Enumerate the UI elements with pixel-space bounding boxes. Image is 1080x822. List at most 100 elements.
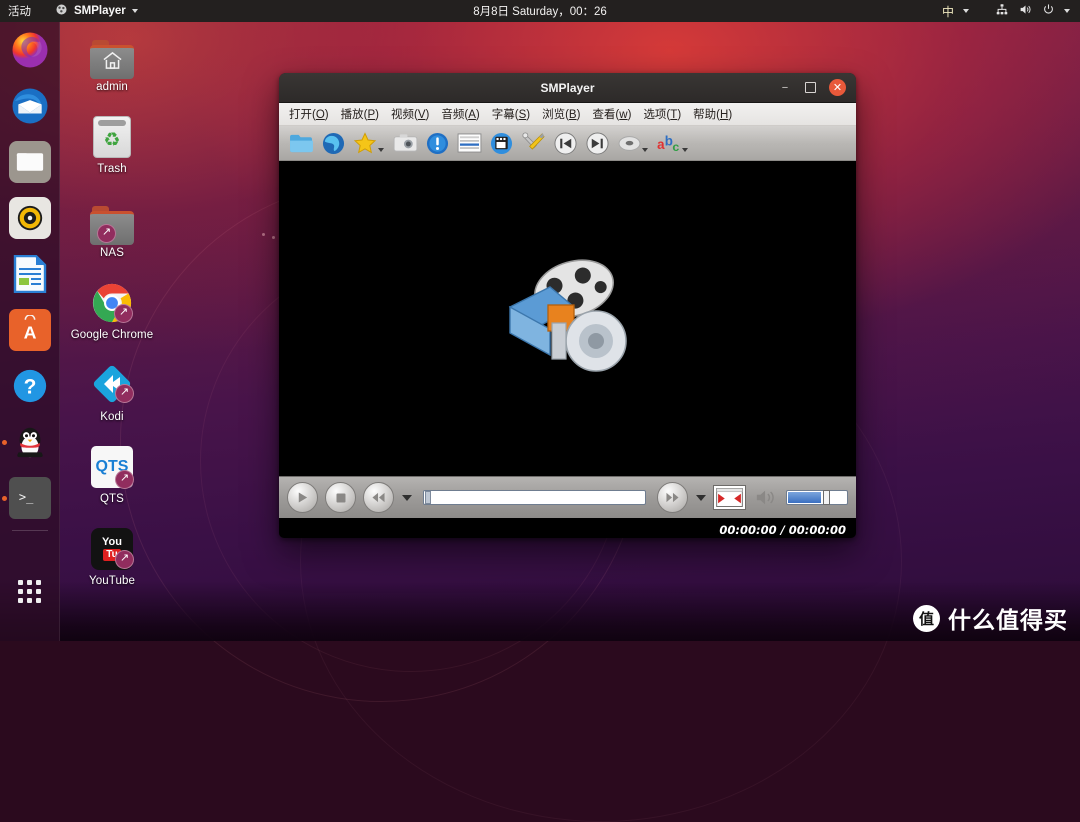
menu-subtitles[interactable]: 字幕(S) (486, 104, 536, 124)
dock-item-rhythmbox[interactable] (0, 190, 59, 246)
desktop-icon-label: NAS (100, 247, 124, 259)
rewind-dropdown-icon[interactable] (402, 494, 412, 501)
volume-icon[interactable] (1018, 3, 1033, 19)
dock-item-files[interactable] (0, 134, 59, 190)
favorites-button[interactable] (351, 129, 384, 157)
rewind-button[interactable] (363, 482, 394, 513)
fullscreen-button[interactable] (713, 485, 746, 510)
shortcut-arrow-icon: ↗ (114, 304, 133, 323)
wallpaper-dot (272, 236, 275, 239)
open-dvd-button[interactable] (487, 129, 515, 157)
playback-controls (279, 476, 856, 518)
chevron-down-icon[interactable] (682, 148, 688, 152)
stop-button[interactable] (325, 482, 356, 513)
seek-slider-handle[interactable] (425, 491, 431, 504)
volume-slider-handle[interactable] (823, 490, 830, 505)
input-method-indicator[interactable]: 中 (942, 3, 954, 20)
menu-bar: 打开(O) 播放(P) 视频(V) 音频(A) 字幕(S) 浏览(B) 查看(w… (279, 103, 856, 126)
menu-audio[interactable]: 音频(A) (435, 104, 485, 124)
activities-button[interactable]: 活动 (0, 0, 41, 22)
dock-item-libreoffice-writer[interactable] (0, 246, 59, 302)
power-icon[interactable] (1042, 3, 1055, 19)
previous-button[interactable] (551, 129, 579, 157)
desktop-icon-youtube[interactable]: You Tu ↗ YouTube (64, 522, 160, 587)
show-applications-button[interactable] (0, 563, 59, 619)
qq-penguin-icon (9, 421, 51, 463)
smplayer-icon (55, 3, 68, 19)
volume-slider[interactable] (786, 490, 848, 505)
desktop-icon-qts[interactable]: QTS ↗ QTS (64, 440, 160, 505)
dock-item-thunderbird[interactable] (0, 78, 59, 134)
screenshot-button[interactable] (391, 129, 419, 157)
menu-view[interactable]: 查看(w) (586, 104, 637, 124)
menu-play[interactable]: 播放(P) (335, 104, 385, 124)
audio-track-button[interactable] (615, 129, 648, 157)
watermark-text: 什么值得买 (948, 607, 1068, 633)
thunderbird-icon (9, 85, 51, 127)
chevron-down-icon[interactable] (378, 148, 384, 152)
desktop-icon-label: admin (96, 81, 128, 93)
clock[interactable]: 8月8日 Saturday，00：26 (0, 3, 1080, 19)
files-icon (8, 141, 51, 183)
qts-icon: QTS ↗ (64, 440, 160, 489)
video-area[interactable] (279, 161, 856, 476)
open-file-button[interactable] (287, 129, 315, 157)
preferences-button[interactable] (519, 129, 547, 157)
minimize-button[interactable]: − (778, 81, 792, 95)
window-title: SMPlayer (540, 80, 595, 95)
dock-item-ubuntu-software[interactable]: A (0, 302, 59, 358)
rhythmbox-icon (8, 197, 51, 239)
ubuntu-software-icon: A (8, 309, 51, 351)
firefox-icon (9, 29, 51, 71)
dock-item-terminal[interactable]: >_ (0, 470, 59, 526)
media-info-button[interactable] (423, 129, 451, 157)
running-indicator (2, 495, 7, 501)
chevron-down-icon[interactable] (1064, 9, 1070, 13)
time-display: 00:00:00 / 00:00:00 (719, 523, 846, 537)
subtitles-button[interactable]: a b c (655, 129, 688, 157)
desktop-icon-trash[interactable]: ♻ Trash (64, 110, 160, 175)
chevron-down-icon[interactable] (642, 148, 648, 152)
desktop-icon-google-chrome[interactable]: ↗ Google Chrome (64, 276, 160, 341)
menu-open[interactable]: 打开(O) (283, 104, 335, 124)
next-button[interactable] (583, 129, 611, 157)
window-titlebar[interactable]: SMPlayer − ✕ (279, 73, 856, 103)
desktop-icon-kodi[interactable]: ↗ Kodi (64, 358, 160, 423)
forward-button[interactable] (657, 482, 688, 513)
grid-apps-icon (18, 579, 41, 603)
watermark-badge: 值 (913, 604, 940, 632)
play-button[interactable] (287, 482, 318, 513)
playlist-button[interactable] (455, 129, 483, 157)
terminal-icon: >_ (8, 477, 51, 519)
maximize-button[interactable] (805, 82, 816, 93)
dock: A ? >_ (0, 22, 60, 641)
dock-item-firefox[interactable] (0, 22, 59, 78)
network-wired-icon[interactable] (995, 3, 1009, 19)
window-buttons: − ✕ (778, 79, 856, 96)
shortcut-arrow-icon: ↗ (97, 224, 116, 243)
libreoffice-writer-icon (9, 253, 51, 295)
menu-help[interactable]: 帮助(H) (687, 104, 738, 124)
menu-browse[interactable]: 浏览(B) (536, 104, 586, 124)
open-url-button[interactable] (319, 129, 347, 157)
smplayer-window[interactable]: SMPlayer − ✕ 打开(O) 播放(P) 视频(V) 音频(A) 字幕(… (279, 73, 856, 538)
chevron-down-icon (131, 9, 138, 13)
menu-options[interactable]: 选项(T) (637, 104, 687, 124)
desktop-icon-admin[interactable]: admin (64, 28, 160, 93)
desktop-icon-nas[interactable]: ↗ NAS (64, 194, 160, 259)
menu-video[interactable]: 视频(V) (385, 104, 435, 124)
watermark: 值 什么值得买 (913, 601, 1068, 635)
dock-item-help[interactable]: ? (0, 358, 59, 414)
mute-button[interactable] (753, 488, 779, 507)
shortcut-arrow-icon: ↗ (115, 470, 134, 489)
close-button[interactable]: ✕ (829, 79, 846, 96)
wallpaper-dot (262, 233, 265, 236)
youtube-icon: You Tu ↗ (64, 522, 160, 570)
app-menu-smplayer[interactable]: SMPlayer (49, 0, 144, 22)
chevron-down-icon[interactable] (963, 9, 969, 13)
folder-icon: ↗ (64, 194, 160, 245)
seek-slider[interactable] (423, 490, 646, 505)
forward-dropdown-icon[interactable] (696, 494, 706, 501)
top-bar: 活动 SMPlayer 8月8日 Saturday，00：26 中 (0, 0, 1080, 22)
dock-item-qq[interactable] (0, 414, 59, 470)
